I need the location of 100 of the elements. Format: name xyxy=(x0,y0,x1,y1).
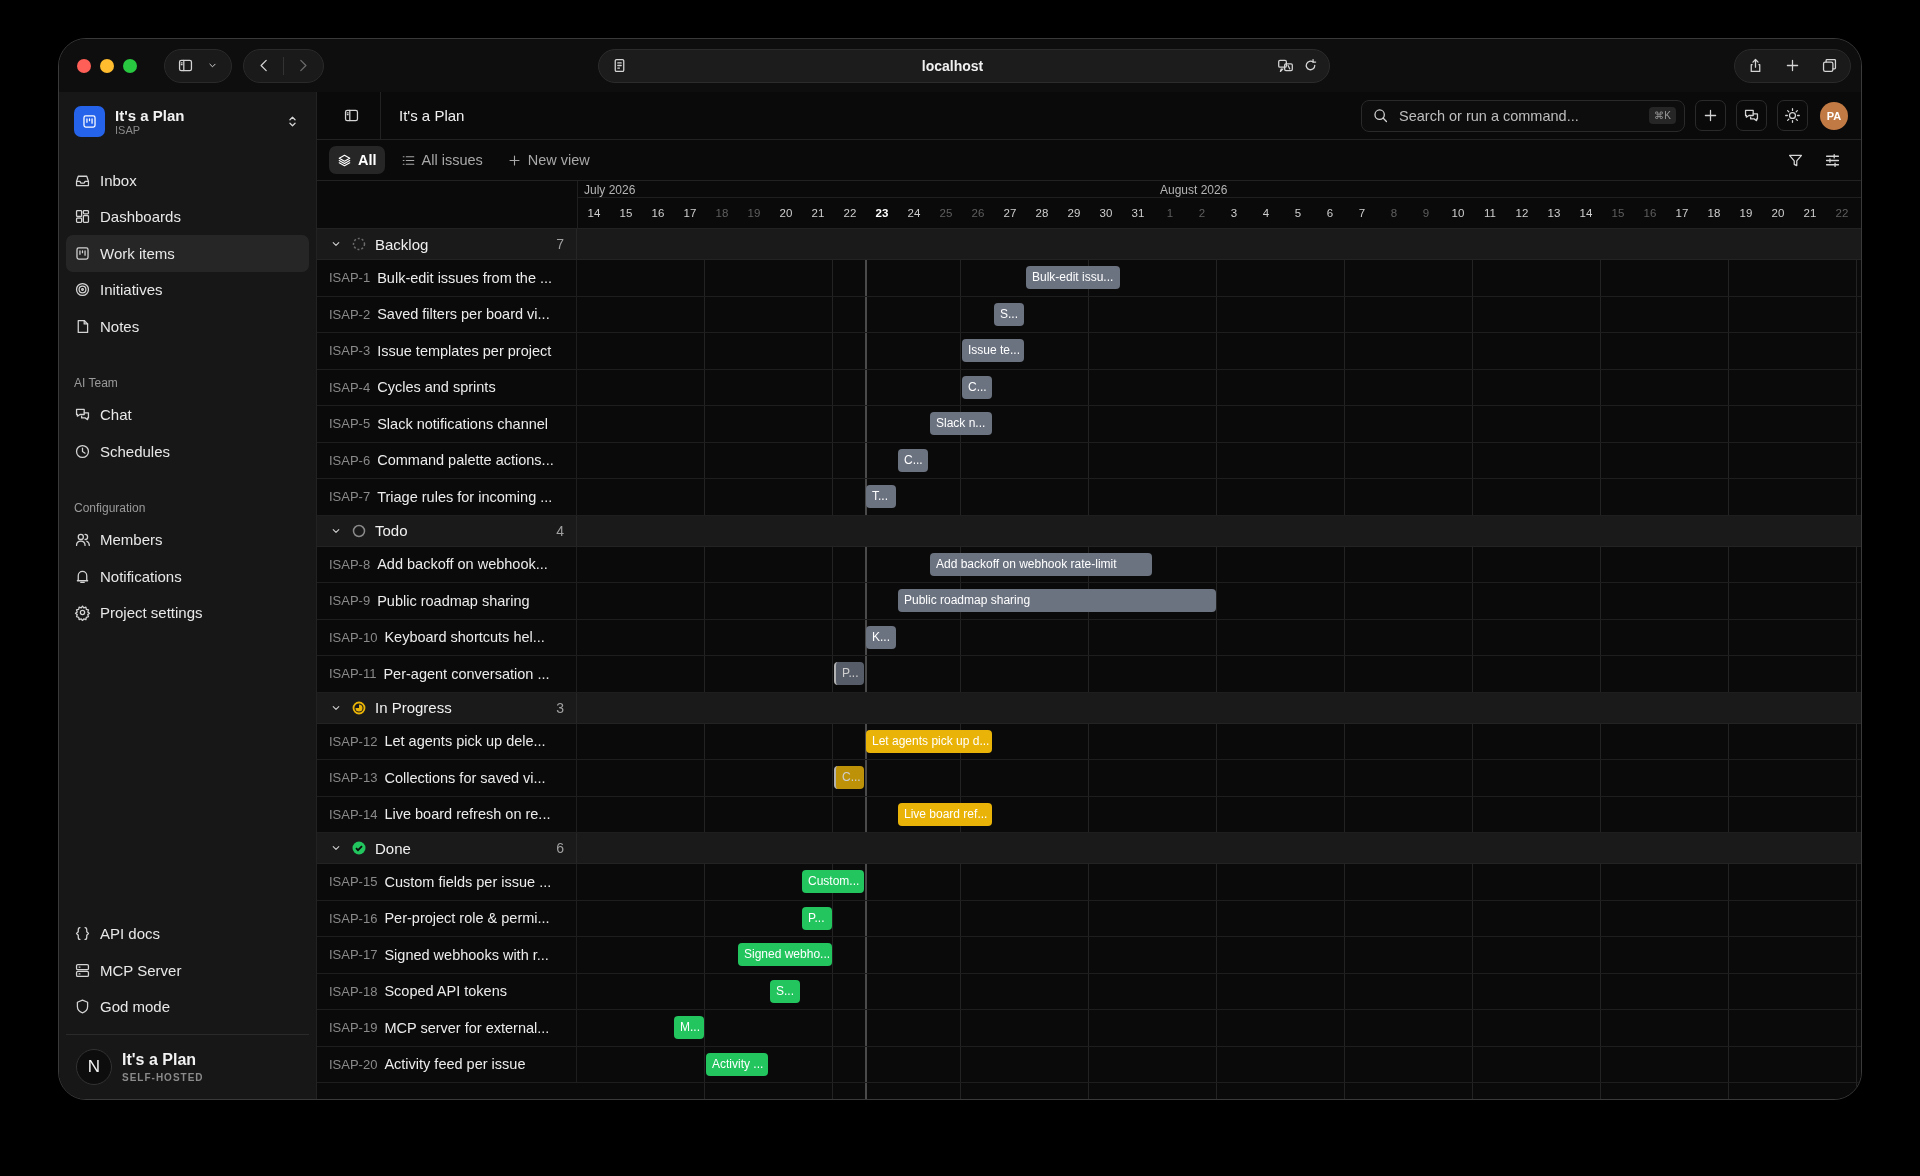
day-label: 6 xyxy=(1325,206,1335,219)
timeline-bar[interactable]: Public roadmap sharing xyxy=(898,589,1216,612)
issue-title[interactable]: Issue templates per project xyxy=(377,342,552,359)
issue-title[interactable]: Custom fields per issue ... xyxy=(384,873,552,890)
issue-title[interactable]: Let agents pick up dele... xyxy=(384,733,546,750)
issue-key: ISAP-6 xyxy=(329,452,371,468)
timeline-bar[interactable]: T... xyxy=(866,485,896,508)
timeline-bar[interactable]: K... xyxy=(866,625,896,649)
day-label: 13 xyxy=(1546,206,1562,219)
workspace-name: It's a Plan xyxy=(115,106,186,124)
sidebar-item[interactable]: Dashboards xyxy=(66,198,309,235)
view-tab[interactable]: New view xyxy=(498,146,598,174)
issue-key: ISAP-13 xyxy=(329,770,378,786)
issue-title[interactable]: Slack notifications channel xyxy=(377,415,549,432)
timeline-bar[interactable]: S... xyxy=(994,302,1024,326)
group-count: 6 xyxy=(556,840,564,856)
theme-button[interactable] xyxy=(1777,100,1808,131)
issue-title[interactable]: Command palette actions... xyxy=(377,452,554,469)
search-input[interactable]: Search or run a command... xyxy=(1397,106,1642,125)
view-tab[interactable]: All xyxy=(329,146,385,174)
issue-title[interactable]: Collections for saved vi... xyxy=(384,769,546,786)
sidebar-item[interactable]: Chat xyxy=(66,396,309,433)
day-label: 21 xyxy=(810,206,826,219)
workspace-switcher[interactable]: It's a Plan ISAP xyxy=(66,105,309,137)
issue-key: ISAP-18 xyxy=(329,983,378,999)
group-header[interactable]: In Progress 3 xyxy=(317,692,1861,724)
sidebar-icon xyxy=(343,107,360,124)
day-label: 15 xyxy=(618,206,634,219)
sliders-icon xyxy=(1824,151,1841,169)
sidebar-item[interactable]: Initiatives xyxy=(66,271,309,308)
day-label: 27 xyxy=(1002,206,1018,219)
sidebar-item[interactable]: Members xyxy=(66,521,309,558)
settings-icon xyxy=(74,604,91,622)
shield-icon xyxy=(74,998,91,1016)
day-label: 9 xyxy=(1421,206,1431,219)
sidebar-item[interactable]: Schedules xyxy=(66,433,309,470)
timeline-bar[interactable]: Slack n... xyxy=(930,412,992,435)
issue-title[interactable]: Activity feed per issue xyxy=(384,1056,526,1073)
issue-title[interactable]: Scoped API tokens xyxy=(384,983,507,1000)
product-name: It's a Plan xyxy=(122,1051,198,1069)
sidebar-item[interactable]: MCP Server xyxy=(66,952,309,989)
day-label: 25 xyxy=(938,206,954,219)
day-label: 5 xyxy=(1293,206,1303,219)
sidebar-toggle-button[interactable] xyxy=(164,48,232,83)
sidebar-item[interactable]: Notes xyxy=(66,308,309,345)
issue-title[interactable]: Bulk-edit issues from the ... xyxy=(377,269,553,286)
day-label: 21 xyxy=(1802,206,1818,219)
issue-title[interactable]: Public roadmap sharing xyxy=(377,592,530,609)
issue-key: ISAP-10 xyxy=(329,629,378,645)
sidebar-item[interactable]: Project settings xyxy=(66,594,309,631)
group-name: Todo xyxy=(375,522,409,539)
close-window-button[interactable] xyxy=(77,58,91,73)
chat-button[interactable] xyxy=(1736,100,1767,131)
search-box[interactable]: Search or run a command... ⌘K xyxy=(1361,99,1685,132)
issue-key: ISAP-8 xyxy=(329,556,371,572)
clock-icon xyxy=(74,442,91,460)
edition-label: SELF-HOSTED xyxy=(122,1072,204,1083)
plus-icon xyxy=(506,152,522,168)
day-label: 17 xyxy=(1674,206,1690,219)
sun-icon xyxy=(1784,107,1801,124)
issue-title[interactable]: Triage rules for incoming ... xyxy=(377,488,553,505)
translate-icon xyxy=(1277,57,1294,74)
sidebar-item[interactable]: Notifications xyxy=(66,558,309,595)
issue-title[interactable]: Signed webhooks with r... xyxy=(384,946,549,963)
sidebar-item[interactable]: Work items xyxy=(66,235,309,272)
day-label: 19 xyxy=(1738,206,1754,219)
issue-title[interactable]: MCP server for external... xyxy=(384,1019,550,1036)
sidebar-item[interactable]: God mode xyxy=(66,988,309,1025)
timeline-bar[interactable]: P... xyxy=(834,662,864,685)
timeline-bar[interactable]: C... xyxy=(962,375,992,399)
issue-key: ISAP-15 xyxy=(329,874,378,890)
zoom-window-button[interactable] xyxy=(123,58,137,73)
group-count: 3 xyxy=(556,699,564,716)
sidebar-item[interactable]: API docs xyxy=(66,915,309,952)
timeline-bar[interactable]: Add backoff on webhook rate-limit xyxy=(930,552,1152,576)
issue-title[interactable]: Add backoff on webhook... xyxy=(377,556,548,573)
issue-title[interactable]: Live board refresh on re... xyxy=(384,806,551,823)
issue-title[interactable]: Saved filters per board vi... xyxy=(377,306,550,323)
group-header[interactable]: Backlog 7 xyxy=(317,229,1861,260)
layers-icon xyxy=(337,152,352,168)
day-label: 31 xyxy=(1130,206,1146,219)
issue-title[interactable]: Cycles and sprints xyxy=(377,379,496,396)
people-icon xyxy=(74,531,91,549)
issue-title[interactable]: Per-project role & permi... xyxy=(384,910,550,927)
view-tab[interactable]: All issues xyxy=(392,146,491,174)
day-label: 16 xyxy=(1642,206,1658,219)
timeline-bar[interactable]: Bulk-edit issu... xyxy=(1026,266,1120,289)
issue-title[interactable]: Keyboard shortcuts hel... xyxy=(384,629,545,646)
day-label: 18 xyxy=(714,206,730,219)
board-icon xyxy=(81,112,98,130)
timeline-bar[interactable]: C... xyxy=(898,448,928,472)
address-bar[interactable]: localhost xyxy=(598,48,1330,83)
minimize-window-button[interactable] xyxy=(100,58,114,73)
group-header[interactable]: Todo 4 xyxy=(317,515,1861,547)
timeline-bar[interactable]: Issue te... xyxy=(962,339,1024,362)
group-header[interactable]: Done 6 xyxy=(317,833,1861,864)
add-button[interactable] xyxy=(1695,100,1726,131)
sidebar-item[interactable]: Inbox xyxy=(66,162,309,199)
issue-title[interactable]: Per-agent conversation ... xyxy=(383,665,550,682)
day-label: 7 xyxy=(1357,206,1367,219)
